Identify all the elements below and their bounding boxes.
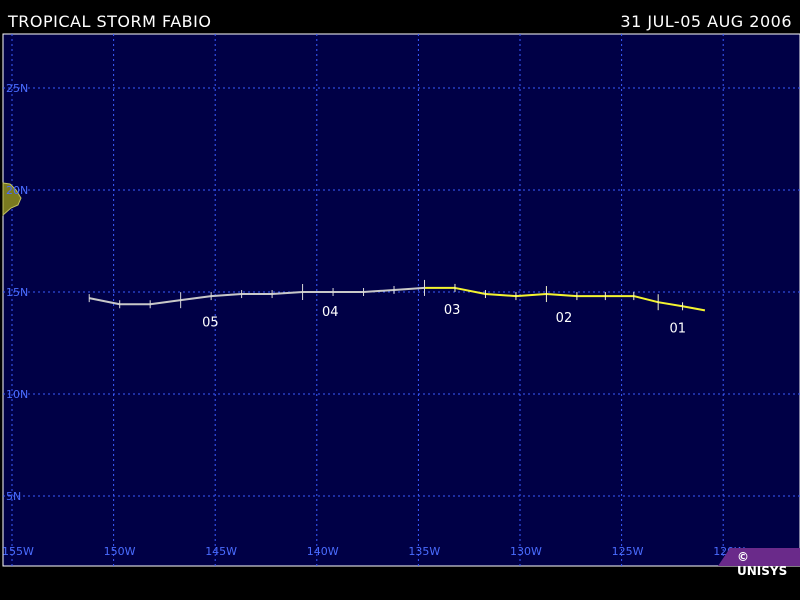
lon-label: 145W xyxy=(205,545,237,558)
date-range: 31 JUL-05 AUG 2006 xyxy=(620,12,792,31)
day-label: 03 xyxy=(444,303,461,318)
ocean-background xyxy=(2,33,800,567)
lon-label: 140W xyxy=(307,545,339,558)
lon-label: 150W xyxy=(104,545,136,558)
day-label: 05 xyxy=(202,315,219,330)
lat-label: 5N xyxy=(6,490,21,503)
day-label: 02 xyxy=(556,311,573,326)
lon-label: 130W xyxy=(510,545,542,558)
lat-label: 10N xyxy=(6,388,28,401)
storm-track-map: 25N 20N 15N 10N 5N 155W 150W 145W 140W 135W 130W 12… xyxy=(2,33,800,567)
lon-label: 155W xyxy=(2,545,34,558)
unisys-copyright: © UNISYS xyxy=(737,550,788,578)
day-label: 01 xyxy=(669,321,686,336)
storm-title: TROPICAL STORM FABIO xyxy=(8,12,212,31)
lon-label: 125W xyxy=(612,545,644,558)
lon-label: 135W xyxy=(408,545,440,558)
lat-label: 25N xyxy=(6,82,28,95)
lat-label: 20N xyxy=(6,184,28,197)
day-label: 04 xyxy=(322,305,339,320)
lat-label: 15N xyxy=(6,286,28,299)
